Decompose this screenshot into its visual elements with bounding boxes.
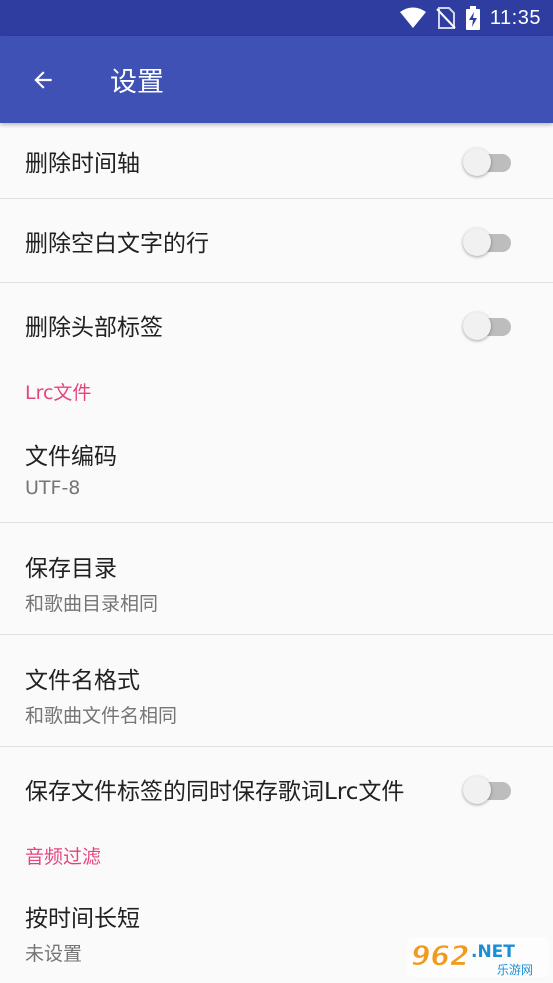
svg-text:乐游网: 乐游网 bbox=[497, 963, 533, 977]
switch-thumb bbox=[463, 776, 491, 804]
status-time: 11:35 bbox=[489, 6, 541, 29]
lrc-category-header: Lrc文件 bbox=[0, 367, 553, 415]
setting-title: 文件编码 bbox=[25, 444, 117, 470]
setting-title: 删除头部标签 bbox=[25, 315, 163, 341]
setting-title: 保存文件标签的同时保存歌词Lrc文件 bbox=[25, 779, 405, 805]
setting-summary: 和歌曲文件名相同 bbox=[25, 705, 178, 727]
settings-list: 删除时间轴 删除空白文字的行 删除头部标签 Lrc文件 文件编码 UTF-8 保… bbox=[0, 123, 553, 969]
setting-summary: UTF-8 bbox=[25, 477, 81, 499]
switch-thumb bbox=[463, 312, 491, 340]
setting-title: 按时间长短 bbox=[25, 906, 140, 932]
setting-file-name-format[interactable]: 文件名格式 和歌曲文件名相同 bbox=[0, 635, 553, 747]
svg-text:962: 962 bbox=[411, 939, 469, 972]
wifi-icon bbox=[399, 7, 426, 29]
status-bar: 11:35 bbox=[0, 0, 553, 36]
arrow-back-icon bbox=[34, 70, 52, 89]
setting-title: 删除时间轴 bbox=[25, 150, 140, 177]
switch-thumb bbox=[463, 227, 491, 256]
category-label: Lrc文件 bbox=[25, 381, 92, 404]
category-label: 音频过滤 bbox=[25, 845, 102, 868]
setting-remove-header-tags[interactable]: 删除头部标签 bbox=[0, 283, 553, 367]
setting-save-lrc-with-tags[interactable]: 保存文件标签的同时保存歌词Lrc文件 bbox=[0, 747, 553, 831]
setting-remove-blank-lines[interactable]: 删除空白文字的行 bbox=[0, 199, 553, 283]
back-button[interactable] bbox=[21, 58, 65, 102]
app-bar: 设置 bbox=[0, 36, 553, 123]
remove-blank-lines-switch[interactable] bbox=[463, 226, 511, 256]
setting-summary: 和歌曲目录相同 bbox=[25, 593, 159, 615]
battery-charging-icon bbox=[465, 6, 480, 30]
audio-filter-category-header: 音频过滤 bbox=[0, 831, 553, 879]
save-lrc-with-tags-switch[interactable] bbox=[463, 774, 511, 804]
remove-header-tags-switch[interactable] bbox=[463, 310, 511, 340]
switch-thumb bbox=[463, 147, 491, 176]
remove-timeline-switch[interactable] bbox=[463, 146, 511, 176]
setting-remove-timeline[interactable]: 删除时间轴 bbox=[0, 123, 553, 199]
setting-file-encoding[interactable]: 文件编码 UTF-8 bbox=[0, 415, 553, 523]
svg-text:.NET: .NET bbox=[471, 942, 515, 962]
setting-title: 文件名格式 bbox=[25, 668, 140, 694]
setting-title: 保存目录 bbox=[25, 556, 117, 582]
watermark-logo: 962 .NET 乐游网 bbox=[407, 933, 549, 979]
no-sim-icon bbox=[436, 7, 456, 29]
setting-title: 删除空白文字的行 bbox=[25, 230, 209, 257]
setting-save-directory[interactable]: 保存目录 和歌曲目录相同 bbox=[0, 523, 553, 635]
page-title: 设置 bbox=[110, 67, 164, 98]
